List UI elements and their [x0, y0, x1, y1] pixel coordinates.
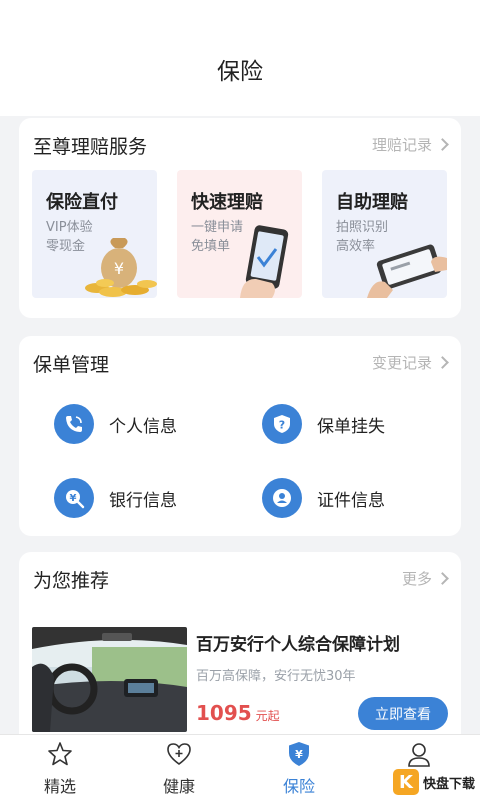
tile-fast-claim-title: 快速理赔	[191, 192, 263, 213]
policy-item-report-loss[interactable]: ? 保单挂失	[262, 402, 462, 446]
policy-management-card: 保单管理 变更记录 个人信息 ? 保单挂失 ¥ 银行信息 证件信息	[19, 336, 461, 536]
tab-label: 精选	[43, 777, 76, 796]
user-icon	[405, 741, 433, 769]
change-record-label: 变更记录	[371, 354, 432, 372]
shield-yen-icon: ¥	[285, 741, 313, 767]
claims-card-header: 至尊理赔服务 理赔记录	[33, 132, 449, 160]
recommend-card: 为您推荐 更多 百万安行个人综合保障计划 百万高保障，安行无忧30年 1095 …	[19, 552, 461, 752]
tile-fast-claim-line2: 免填单	[191, 239, 231, 254]
product-description: 百万高保障，安行无忧30年	[196, 669, 356, 684]
svg-text:¥: ¥	[114, 259, 124, 278]
tab-label: 保险	[282, 777, 315, 796]
chevron-right-icon	[436, 138, 449, 151]
price-unit: 元起	[255, 709, 280, 723]
tile-direct-pay[interactable]: 保险直付 VIP体验 零现金 ¥	[32, 170, 157, 298]
more-label: 更多	[401, 570, 432, 588]
shield-question-icon: ?	[262, 404, 302, 444]
svg-text:¥: ¥	[295, 748, 303, 761]
tab-insurance[interactable]: ¥ 保险	[259, 741, 339, 797]
page-header: 保险	[0, 0, 480, 116]
chevron-right-icon	[436, 356, 449, 369]
more-link[interactable]: 更多	[401, 568, 449, 589]
watermark-k: K	[393, 769, 419, 795]
tile-self-claim-title: 自助理赔	[336, 192, 408, 213]
recommend-card-title: 为您推荐	[33, 570, 110, 592]
chevron-right-icon	[436, 572, 449, 585]
price-value: 1095	[196, 701, 252, 725]
policy-item-label: 个人信息	[109, 416, 177, 437]
phone-checkmark-icon	[240, 225, 289, 298]
heart-plus-icon	[165, 741, 193, 767]
phone-photo-icon	[367, 244, 447, 298]
svg-text:?: ?	[279, 419, 285, 432]
product-price: 1095 元起	[196, 701, 280, 725]
watermark-text: 快盘下载	[423, 776, 476, 792]
policy-card-title: 保单管理	[33, 354, 110, 376]
tab-label: 健康	[162, 777, 195, 796]
claims-record-link[interactable]: 理赔记录	[371, 134, 449, 155]
page-title: 保险	[217, 59, 263, 85]
policy-item-label: 证件信息	[317, 490, 385, 511]
tile-self-claim-line1: 拍照识别	[336, 220, 389, 235]
tile-direct-pay-title: 保险直付	[46, 192, 118, 213]
tile-fast-claim[interactable]: 快速理赔 一键申请 免填单	[177, 170, 302, 298]
id-person-icon	[262, 478, 302, 518]
svg-text:¥: ¥	[70, 493, 77, 504]
view-now-button[interactable]: 立即查看	[358, 697, 448, 730]
tab-featured[interactable]: 精选	[20, 741, 100, 797]
claims-record-label: 理赔记录	[371, 136, 432, 154]
change-record-link[interactable]: 变更记录	[371, 352, 449, 373]
recommend-card-header: 为您推荐 更多	[33, 566, 449, 594]
tab-health[interactable]: 健康	[139, 741, 219, 797]
claims-service-card: 至尊理赔服务 理赔记录 保险直付 VIP体验 零现金 ¥ 快速理赔 一键申请 免…	[19, 118, 461, 318]
policy-item-bank-info[interactable]: ¥ 银行信息	[54, 476, 254, 520]
policy-card-header: 保单管理 变更记录	[33, 350, 449, 378]
phone-icon	[54, 404, 94, 444]
car-interior-image	[32, 627, 187, 732]
product-name[interactable]: 百万安行个人综合保障计划	[196, 630, 400, 655]
money-bag-coins-icon: ¥	[85, 238, 157, 297]
tile-self-claim[interactable]: 自助理赔 拍照识别 高效率	[322, 170, 447, 298]
watermark-logo: K 快盘下载	[393, 768, 479, 796]
policy-item-label: 银行信息	[109, 490, 177, 511]
product-image[interactable]	[32, 627, 187, 732]
star-icon	[46, 741, 74, 767]
policy-item-personal-info[interactable]: 个人信息	[54, 402, 254, 446]
policy-item-id-info[interactable]: 证件信息	[262, 476, 462, 520]
yen-search-icon: ¥	[54, 478, 94, 518]
policy-item-label: 保单挂失	[317, 416, 385, 437]
claims-card-title: 至尊理赔服务	[33, 136, 148, 158]
